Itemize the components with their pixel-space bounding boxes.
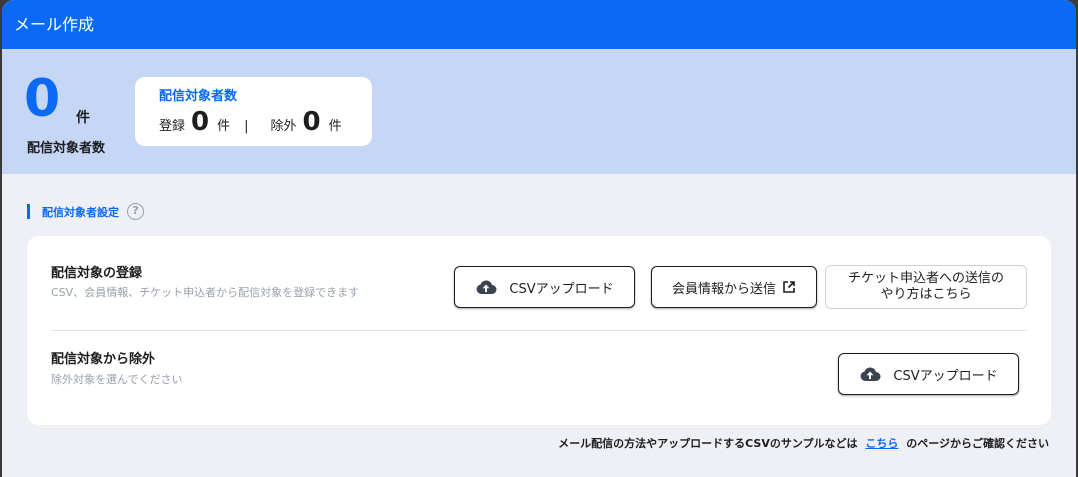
footer-text-before: メール配信の方法やアップロードするCSVのサンプルなどは bbox=[558, 437, 858, 450]
cloud-upload-icon bbox=[475, 279, 497, 295]
help-icon[interactable]: ? bbox=[127, 203, 144, 220]
breakdown-separator: | bbox=[244, 119, 249, 134]
total-count: 0 bbox=[24, 69, 61, 129]
breakdown-row: 登録 0 件 | 除外 0 件 bbox=[159, 107, 342, 137]
external-link-icon bbox=[782, 280, 796, 294]
exclude-csv-upload-label: CSVアップロード bbox=[893, 368, 998, 384]
ticket-howto-button[interactable]: チケット申込者への送信の やり方はこちら bbox=[825, 265, 1027, 309]
excluded-unit: 件 bbox=[328, 119, 342, 134]
registered-label: 登録 bbox=[159, 119, 186, 134]
total-count-block: 0 件 配信対象者数 bbox=[24, 69, 124, 156]
footer-link[interactable]: こちら bbox=[865, 437, 898, 450]
registered-unit: 件 bbox=[217, 119, 231, 134]
excluded-count: 0 bbox=[302, 107, 321, 137]
footer-note: メール配信の方法やアップロードするCSVのサンプルなどは こちら のページからご… bbox=[558, 435, 1049, 451]
settings-section-header: 配信対象者設定 ? bbox=[27, 203, 144, 220]
ticket-howto-line2: やり方はこちら bbox=[880, 287, 972, 302]
exclude-csv-upload-button[interactable]: CSVアップロード bbox=[838, 353, 1019, 395]
breakdown-title: 配信対象者数 bbox=[159, 89, 238, 104]
member-info-send-button[interactable]: 会員情報から送信 bbox=[651, 266, 817, 308]
footer-text-after: のページからご確認ください bbox=[906, 437, 1049, 450]
row-divider bbox=[51, 330, 1027, 331]
breakdown-card: 配信対象者数 登録 0 件 | 除外 0 件 bbox=[135, 77, 372, 146]
registered-count: 0 bbox=[191, 107, 210, 137]
exclude-description: 除外対象を選んでください bbox=[51, 373, 183, 386]
section-accent-bar bbox=[27, 204, 30, 219]
window-title: メール作成 bbox=[2, 0, 1076, 49]
mail-compose-window: メール作成 0 件 配信対象者数 配信対象者数 登録 0 件 | 除外 0 件 … bbox=[2, 0, 1076, 477]
member-info-send-label: 会員情報から送信 bbox=[671, 281, 776, 297]
recipient-summary: 0 件 配信対象者数 配信対象者数 登録 0 件 | 除外 0 件 bbox=[2, 49, 1076, 174]
cloud-upload-icon bbox=[859, 366, 881, 382]
total-count-label: 配信対象者数 bbox=[27, 141, 106, 156]
register-title: 配信対象の登録 bbox=[51, 266, 143, 281]
register-csv-upload-button[interactable]: CSVアップロード bbox=[454, 266, 635, 308]
ticket-howto-line1: チケット申込者への送信の bbox=[847, 271, 1004, 286]
total-count-unit: 件 bbox=[76, 110, 90, 126]
register-description: CSV、会員情報、チケット申込者から配信対象を登録できます bbox=[51, 286, 360, 299]
excluded-label: 除外 bbox=[270, 119, 297, 134]
exclude-title: 配信対象から除外 bbox=[51, 352, 156, 367]
settings-card: 配信対象の登録 CSV、会員情報、チケット申込者から配信対象を登録できます CS… bbox=[27, 236, 1051, 425]
settings-title: 配信対象者設定 bbox=[42, 205, 119, 219]
register-csv-upload-label: CSVアップロード bbox=[509, 281, 614, 297]
